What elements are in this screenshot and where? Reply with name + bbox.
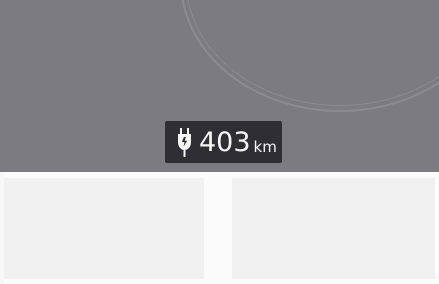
left-edge-shadow <box>0 172 4 284</box>
vehicle-display: 403 km <box>0 0 439 284</box>
map-area[interactable]: 403 km <box>0 0 439 172</box>
range-value: 403 <box>199 126 251 158</box>
right-panel[interactable] <box>232 178 435 279</box>
charging-plug-icon <box>175 127 194 158</box>
range-indicator: 403 km <box>165 121 282 163</box>
bottom-panel-area <box>0 172 439 284</box>
range-unit: km <box>253 137 277 156</box>
map-circle-highlight <box>186 0 439 106</box>
left-panel[interactable] <box>4 178 204 279</box>
